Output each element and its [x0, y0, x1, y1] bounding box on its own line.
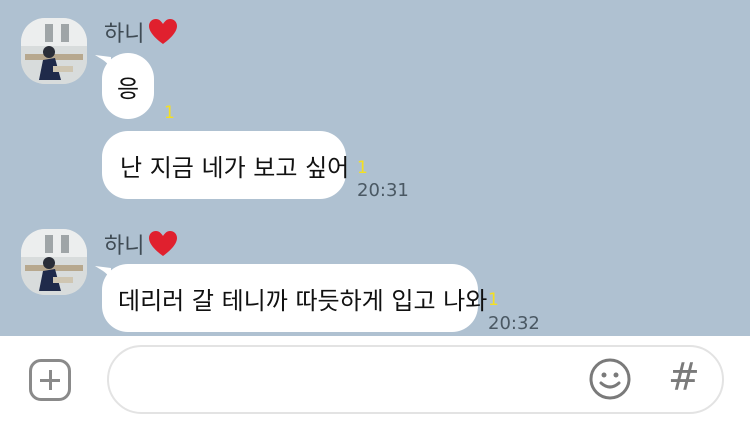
message-text: 데리러 갈 테니까 따듯하게 입고 나와 [118, 286, 488, 315]
red-heart-icon [149, 19, 178, 44]
smiley-icon[interactable] [589, 358, 631, 400]
avatar[interactable] [21, 229, 87, 295]
message-time: 20:31 [357, 180, 409, 201]
avatar-photo-icon [21, 18, 87, 84]
hash-icon[interactable]: # [668, 355, 700, 399]
sender-name-label: 하니 [104, 234, 145, 259]
message-bubble[interactable]: 난 지금 네가 보고 싶어 [102, 131, 350, 199]
plus-icon[interactable] [29, 359, 71, 401]
unread-count: 1 [164, 103, 175, 123]
sender-name-label: 하니 [104, 22, 145, 47]
message-text: 난 지금 네가 보고 싶어 [120, 153, 350, 182]
red-heart-icon [149, 231, 178, 256]
message-bubble[interactable]: 응 [102, 53, 154, 119]
message-bubble[interactable]: 데리러 갈 테니까 따듯하게 입고 나와 [102, 264, 487, 332]
avatar-photo-icon [21, 229, 87, 295]
sender-name: 하니 [104, 228, 178, 260]
sender-name: 하니 [104, 16, 178, 48]
message-input[interactable] [107, 345, 724, 414]
message-text: 응 [116, 74, 140, 103]
message-time: 20:32 [488, 313, 540, 334]
unread-count: 1 [357, 158, 368, 178]
chat-area: 하니 응 1 난 지금 네가 보고 싶어 1 20:31 하니 데리러 갈 테니… [0, 0, 750, 336]
unread-count: 1 [488, 290, 499, 310]
avatar[interactable] [21, 18, 87, 84]
